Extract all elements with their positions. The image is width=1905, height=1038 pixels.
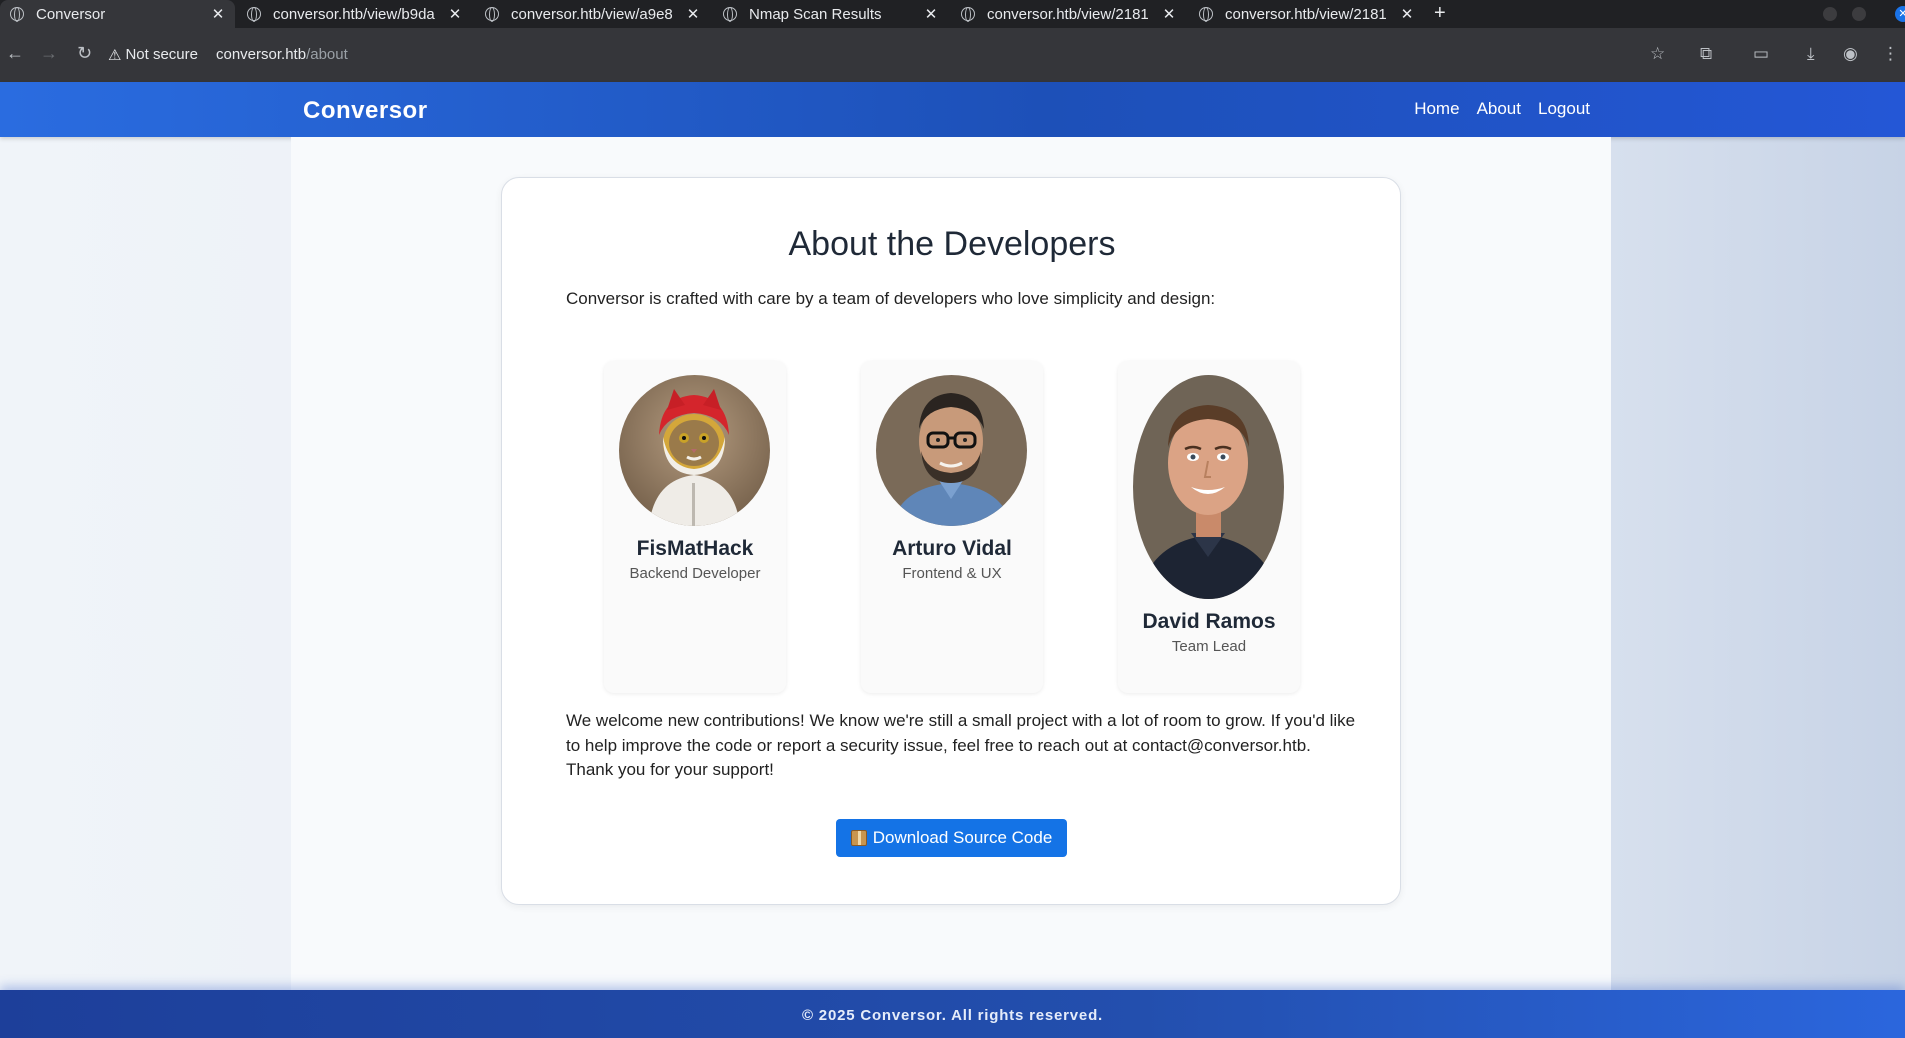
nav-about-link[interactable]: About: [1477, 99, 1521, 119]
cast-icon[interactable]: ▭: [1753, 44, 1769, 64]
globe-icon: [247, 7, 261, 22]
welcome-text: We welcome new contributions! We know we…: [566, 711, 1356, 779]
download-button-label: Download Source Code: [872, 828, 1053, 847]
package-icon: [850, 830, 867, 846]
globe-icon: [723, 7, 737, 22]
globe-icon: [961, 7, 975, 22]
close-icon[interactable]: ✕: [211, 5, 225, 23]
address-bar[interactable]: ⚠ Not secure conversor.htb/about: [108, 36, 1668, 73]
download-icon[interactable]: ⤓: [1807, 44, 1815, 64]
developer-name: FisMatHack: [636, 537, 754, 560]
close-icon[interactable]: ✕: [1162, 5, 1176, 23]
smiling-man-avatar: [1133, 375, 1284, 599]
security-label[interactable]: Not secure: [125, 46, 198, 63]
web-page: Conversor Home About Logout About the De…: [0, 82, 1905, 1038]
cat-in-red-hood-avatar: [619, 375, 770, 526]
intro-text: Conversor is crafted with care by a team…: [566, 289, 1216, 308]
url-path: /about: [306, 46, 348, 63]
page-title: About the Developers: [788, 225, 1116, 263]
nav-links: Home About Logout: [1414, 99, 1590, 119]
developer-role: Frontend & UX: [902, 565, 1002, 582]
tab-title: conversor.htb/view/b9da: [273, 5, 435, 23]
tab-title: Conversor: [36, 5, 106, 23]
close-icon[interactable]: ✕: [448, 5, 462, 23]
globe-icon: [485, 7, 499, 22]
bookmark-star-icon[interactable]: ☆: [1650, 44, 1665, 64]
back-icon[interactable]: ←: [6, 43, 24, 64]
nav-logout-link[interactable]: Logout: [1538, 99, 1590, 119]
warning-icon: ⚠: [108, 46, 122, 64]
developer-card: Arturo Vidal Frontend & UX: [861, 361, 1043, 693]
site-navbar: Conversor Home About Logout: [0, 82, 1905, 137]
browser-tab[interactable]: Nmap Scan Results ✕: [713, 0, 948, 28]
site-footer: © 2025 Conversor. All rights reserved.: [0, 990, 1905, 1038]
tab-title: conversor.htb/view/2181: [987, 5, 1149, 23]
forward-icon[interactable]: →: [40, 43, 58, 64]
window-close-icon[interactable]: ✕: [1895, 6, 1905, 22]
browser-tab[interactable]: conversor.htb/view/2181 ✕: [1189, 0, 1424, 28]
extensions-icon[interactable]: ⧉: [1700, 44, 1712, 64]
developer-card: FisMatHack Backend Developer: [604, 361, 786, 693]
globe-icon: [10, 7, 24, 22]
tab-title: conversor.htb/view/a9e8: [511, 5, 673, 23]
man-with-glasses-avatar: [876, 375, 1027, 526]
minimize-icon[interactable]: [1823, 7, 1837, 21]
about-card: About the Developers Conversor is crafte…: [501, 177, 1401, 905]
download-source-button[interactable]: Download Source Code: [836, 819, 1067, 857]
browser-tab[interactable]: conversor.htb/view/b9da ✕: [237, 0, 472, 28]
browser-tab[interactable]: conversor.htb/view/a9e8 ✕: [475, 0, 710, 28]
developer-name: Arturo Vidal: [892, 537, 1012, 560]
site-brand[interactable]: Conversor: [303, 97, 428, 125]
browser-tab-strip: Conversor ✕ conversor.htb/view/b9da ✕ co…: [0, 0, 1905, 28]
close-icon[interactable]: ✕: [924, 5, 938, 23]
new-tab-icon[interactable]: +: [1434, 2, 1446, 25]
nav-home-link[interactable]: Home: [1414, 99, 1459, 119]
tab-title: conversor.htb/view/2181: [1225, 5, 1387, 23]
globe-icon: [1199, 7, 1213, 22]
developer-card: David Ramos Team Lead: [1118, 361, 1300, 693]
developer-role: Backend Developer: [629, 565, 761, 582]
maximize-icon[interactable]: [1852, 7, 1866, 21]
developer-name: David Ramos: [1142, 610, 1276, 633]
browser-tab[interactable]: conversor.htb/view/2181 ✕: [951, 0, 1186, 28]
browser-tab[interactable]: Conversor ✕: [0, 0, 235, 28]
developer-role: Team Lead: [1171, 638, 1247, 655]
profile-icon[interactable]: ◉: [1843, 44, 1858, 64]
close-icon[interactable]: ✕: [1400, 5, 1414, 23]
browser-toolbar: ← → ↻ ⚠ Not secure conversor.htb/about ☆…: [0, 28, 1905, 82]
url-host: conversor.htb: [216, 46, 307, 63]
reload-icon[interactable]: ↻: [77, 43, 92, 64]
tab-title: Nmap Scan Results: [749, 5, 882, 23]
close-icon[interactable]: ✕: [686, 5, 700, 23]
footer-text: © 2025 Conversor. All rights reserved.: [801, 1007, 1103, 1024]
menu-icon[interactable]: ⋮: [1882, 44, 1899, 64]
